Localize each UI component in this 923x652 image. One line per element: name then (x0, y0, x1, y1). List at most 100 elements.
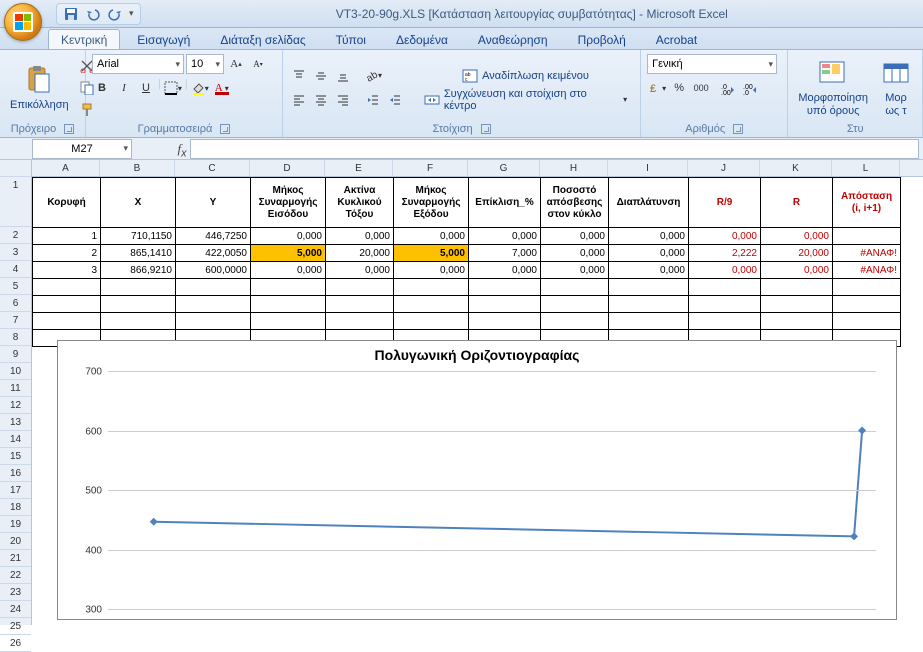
increase-indent-button[interactable] (385, 90, 405, 110)
formula-bar[interactable] (190, 139, 919, 159)
row-header-7[interactable]: 7 (0, 312, 31, 329)
align-top-button[interactable] (289, 66, 309, 86)
row-header-2[interactable]: 2 (0, 227, 31, 244)
col-header-K[interactable]: K (760, 160, 832, 176)
fx-icon[interactable]: fx (174, 141, 190, 157)
col-header-F[interactable]: F (393, 160, 468, 176)
hdr-x[interactable]: X (101, 178, 176, 228)
number-dialog-launcher[interactable] (733, 124, 743, 134)
row-header-13[interactable]: 13 (0, 414, 31, 431)
hdr-vertex[interactable]: Κορυφή (33, 178, 101, 228)
tab-home[interactable]: Κεντρική (48, 29, 120, 49)
col-header-B[interactable]: B (100, 160, 175, 176)
row-header-6[interactable]: 6 (0, 295, 31, 312)
row-header-25[interactable]: 25 (0, 618, 31, 635)
underline-button[interactable]: U (136, 78, 156, 98)
row-header-23[interactable]: 23 (0, 584, 31, 601)
align-right-button[interactable] (333, 90, 353, 110)
hdr-exit-trans[interactable]: Μήκος Συναρμογής Εξόδου (394, 178, 469, 228)
increase-decimal-button[interactable]: .0.00 (719, 78, 739, 98)
col-header-I[interactable]: I (608, 160, 688, 176)
align-left-button[interactable] (289, 90, 309, 110)
tab-formulas[interactable]: Τύποι (323, 29, 379, 49)
col-header-A[interactable]: A (32, 160, 100, 176)
row-header-17[interactable]: 17 (0, 482, 31, 499)
col-header-E[interactable]: E (325, 160, 393, 176)
italic-button[interactable]: I (114, 78, 134, 98)
align-middle-button[interactable] (311, 66, 331, 86)
bold-button[interactable]: B (92, 78, 112, 98)
border-button[interactable]: ▾ (163, 78, 183, 98)
col-header-H[interactable]: H (540, 160, 608, 176)
tab-acrobat[interactable]: Acrobat (643, 29, 710, 49)
hdr-entry-trans[interactable]: Μήκος Συναρμογής Εισόδου (251, 178, 326, 228)
redo-icon[interactable] (107, 6, 123, 22)
tab-insert[interactable]: Εισαγωγή (124, 29, 203, 49)
save-icon[interactable] (63, 6, 79, 22)
hdr-superelev[interactable]: Επίκλιση_% (469, 178, 541, 228)
col-header-D[interactable]: D (250, 160, 325, 176)
align-center-button[interactable] (311, 90, 331, 110)
alignment-dialog-launcher[interactable] (481, 124, 491, 134)
tab-data[interactable]: Δεδομένα (383, 29, 461, 49)
undo-icon[interactable] (85, 6, 101, 22)
number-format-combo[interactable]: Γενική (647, 54, 777, 74)
row-header-1[interactable]: 1 (0, 177, 31, 227)
row-header-10[interactable]: 10 (0, 363, 31, 380)
row-header-19[interactable]: 19 (0, 516, 31, 533)
clipboard-dialog-launcher[interactable] (64, 124, 74, 134)
fill-color-button[interactable]: ▾ (190, 78, 210, 98)
row-header-5[interactable]: 5 (0, 278, 31, 295)
font-color-button[interactable]: A▾ (212, 78, 232, 98)
merge-center-button[interactable]: Συγχώνευση και στοίχιση στο κέντρο▾ (417, 90, 634, 110)
orientation-button[interactable]: ab▾ (363, 66, 383, 86)
row-header-22[interactable]: 22 (0, 567, 31, 584)
col-header-C[interactable]: C (175, 160, 250, 176)
row-header-21[interactable]: 21 (0, 550, 31, 567)
row-header-3[interactable]: 3 (0, 244, 31, 261)
hdr-r9[interactable]: R/9 (689, 178, 761, 228)
embedded-chart[interactable]: Πολυγωνική Οριζοντιογραφίας 700 600 500 … (57, 340, 897, 620)
hdr-widening[interactable]: Διαπλάτυνση (609, 178, 689, 228)
percent-button[interactable]: % (669, 78, 689, 98)
format-as-table-button[interactable]: Μορ ως τ (876, 56, 916, 118)
row-header-24[interactable]: 24 (0, 601, 31, 618)
row-header-4[interactable]: 4 (0, 261, 31, 278)
decrease-decimal-button[interactable]: .00.0 (741, 78, 761, 98)
comma-button[interactable]: 000 (691, 78, 711, 98)
conditional-formatting-button[interactable]: Μορφοποίηση υπό όρους (794, 56, 872, 118)
decrease-indent-button[interactable] (363, 90, 383, 110)
row-header-18[interactable]: 18 (0, 499, 31, 516)
col-header-L[interactable]: L (832, 160, 900, 176)
tab-view[interactable]: Προβολή (565, 29, 639, 49)
row-header-8[interactable]: 8 (0, 329, 31, 346)
col-header-G[interactable]: G (468, 160, 540, 176)
decrease-font-button[interactable]: A▾ (248, 54, 268, 74)
hdr-r[interactable]: R (761, 178, 833, 228)
increase-font-button[interactable]: A▴ (226, 54, 246, 74)
hdr-dist[interactable]: Απόσταση (i, i+1) (833, 178, 901, 228)
hdr-y[interactable]: Y (176, 178, 251, 228)
row-header-14[interactable]: 14 (0, 431, 31, 448)
row-header-15[interactable]: 15 (0, 448, 31, 465)
wrap-text-button[interactable]: abc Αναδίπλωση κειμένου (417, 66, 634, 86)
row-header-9[interactable]: 9 (0, 346, 31, 363)
align-bottom-button[interactable] (333, 66, 353, 86)
col-header-J[interactable]: J (688, 160, 760, 176)
paste-button[interactable]: Επικόλληση (6, 63, 73, 113)
row-header-11[interactable]: 11 (0, 380, 31, 397)
font-size-combo[interactable]: 10 (186, 54, 224, 74)
row-header-26[interactable]: 26 (0, 635, 31, 652)
tab-review[interactable]: Αναθεώρηση (465, 29, 561, 49)
row-header-16[interactable]: 16 (0, 465, 31, 482)
row-header-20[interactable]: 20 (0, 533, 31, 550)
hdr-radius[interactable]: Ακτίνα Κυκλικού Τόξου (326, 178, 394, 228)
accounting-format-button[interactable]: ₤▾ (647, 78, 667, 98)
name-box[interactable]: M27 (32, 139, 132, 159)
tab-pagelayout[interactable]: Διάταξη σελίδας (207, 29, 318, 49)
office-button[interactable] (4, 3, 42, 41)
hdr-runoff[interactable]: Ποσοστό απόσβεσης στον κύκλο (541, 178, 609, 228)
row-header-12[interactable]: 12 (0, 397, 31, 414)
qat-dropdown-icon[interactable]: ▾ (129, 8, 134, 19)
font-name-combo[interactable]: Arial (92, 54, 184, 74)
